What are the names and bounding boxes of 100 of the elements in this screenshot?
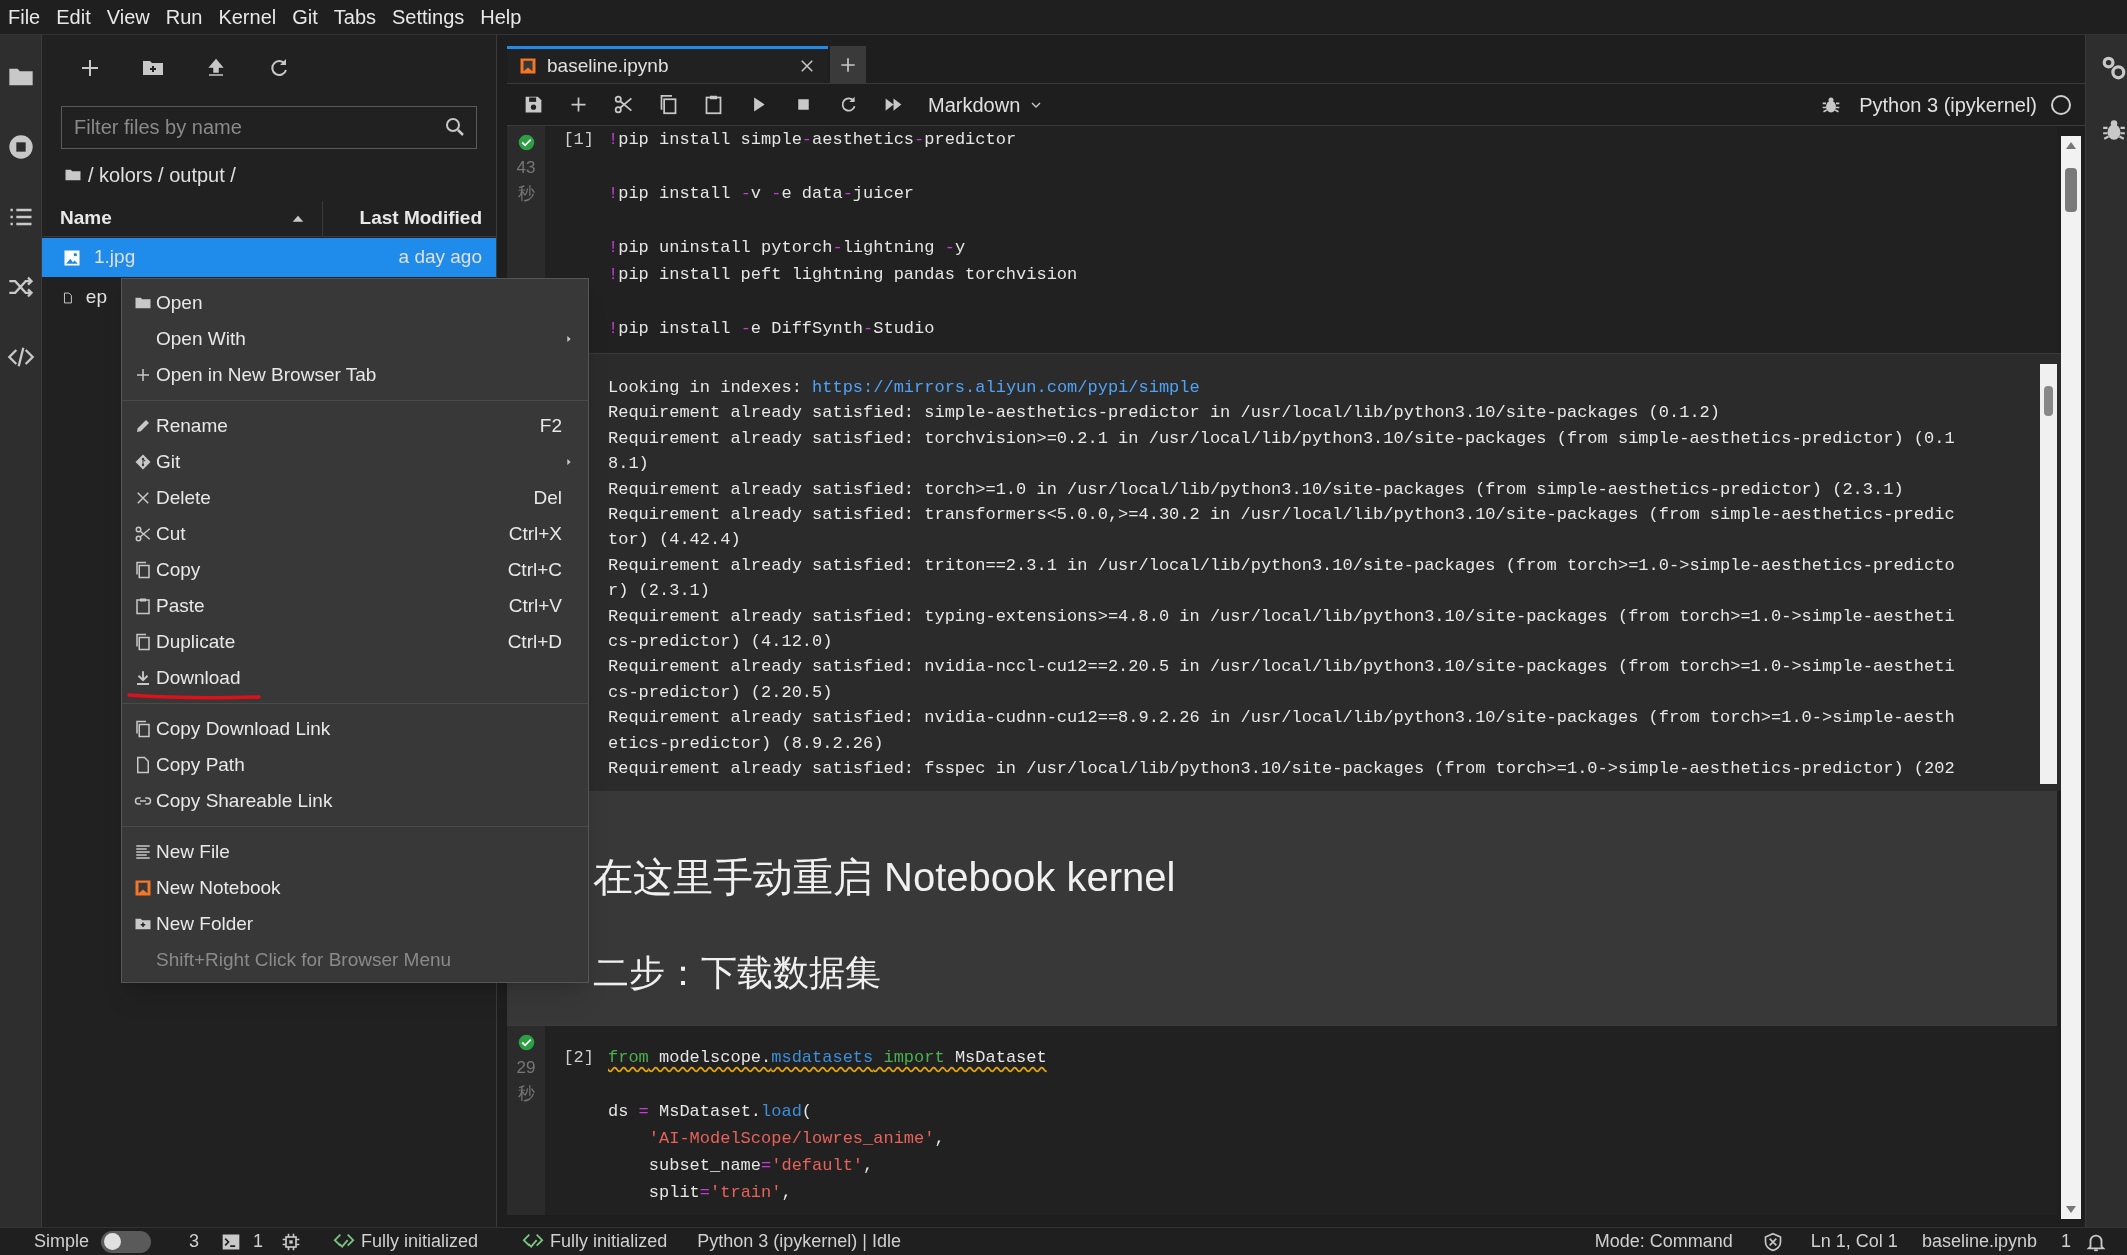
file-name: ep (85, 285, 107, 310)
menu-item[interactable]: Kernel (210, 0, 285, 34)
terminal-count: 3 (189, 1230, 200, 1253)
scrollbar-thumb[interactable] (2044, 386, 2053, 416)
output-line: Requirement already satisfied: simple-aesthetics-predictor in /usr/local/lib/python3.10/site-packages (0.1.2) (608, 402, 1721, 425)
copy-icon (134, 561, 152, 579)
output-line: Requirement already satisfied: transformers<5.0.0,>=4.30.2 in /usr/local/lib/python3.10/site-packages (from simple-aesthetics-predictor) (4.42.4) (608, 504, 1955, 552)
menu-item[interactable]: File (0, 0, 49, 34)
menu-item[interactable]: Edit (48, 0, 99, 34)
new-tab-button[interactable] (830, 46, 866, 83)
notebook-scrollbar[interactable] (2061, 136, 2081, 1219)
menu-item[interactable]: New File (122, 834, 588, 870)
output-line: Requirement already satisfied: torchvision>=0.2.1 in /usr/local/lib/python3.10/site-packages (from simple-aesthetics-predictor) (0.18.1) (608, 427, 1955, 476)
breadcrumb-path[interactable]: / kolors / output / (88, 160, 236, 190)
cell-type-dropdown[interactable]: Markdown (928, 89, 1045, 120)
paste-icon (134, 597, 152, 615)
output-line: Requirement already satisfied: fsspec in /usr/local/lib/python3.10/site-packages (from torch>=1.0->simple-aesthetics-predictor) (202 (608, 758, 1955, 781)
output-line: Requirement already satisfied: nvidia-cudnn-cu12==8.9.2.26 in /usr/local/lib/python3.10/site-packages (from torch>=1.0->simple-aesthetics-predictor) (8.9.2.26) (608, 707, 1955, 755)
index-link[interactable]: https://mirrors.aliyun.com/pypi/simple (812, 378, 1200, 397)
filter-field[interactable]: Filter files by name (61, 106, 477, 149)
scrollbar-thumb[interactable] (2065, 168, 2077, 212)
menu-item[interactable]: Copy Ctrl+C (122, 552, 588, 588)
column-header[interactable]: Name (42, 201, 323, 236)
time-unit: 秒 (517, 1083, 535, 1105)
code-line: !pip install -v -e data-juicer (608, 184, 915, 203)
file-icon (134, 756, 152, 774)
code-line: ds = MsDataset.load( (608, 1102, 813, 1121)
cut-icon[interactable] (613, 94, 634, 115)
menu-item[interactable]: Help (472, 0, 530, 34)
notebook-icon (519, 57, 537, 75)
notebook-icon (134, 879, 152, 897)
menu-item[interactable]: New Notebook (122, 870, 588, 906)
lsp-status[interactable]: Fully initialized (550, 1228, 668, 1255)
menu-item[interactable]: Copy Path (122, 747, 588, 783)
menu-item[interactable]: Open With (122, 321, 588, 357)
column-header[interactable]: Last Modified (323, 201, 496, 236)
code-line: split='train', (647, 1183, 792, 1202)
copy-icon (134, 633, 152, 651)
kernel-count: 1 (253, 1230, 264, 1253)
save-icon[interactable] (523, 94, 544, 115)
output-line: Requirement already satisfied: torch>=1.0 in /usr/local/lib/python3.10/site-packages (from simple-aesthetics-predictor) (2.3.1) (608, 478, 1905, 501)
modified-time: a day ago (398, 245, 482, 270)
lsp-status[interactable]: Fully initialized (361, 1228, 479, 1255)
cut-icon (134, 525, 152, 543)
simple-mode-toggle[interactable] (101, 1230, 152, 1253)
menu-item[interactable]: Copy Download Link (122, 711, 588, 747)
menu-item[interactable]: Tabs (325, 0, 385, 34)
cell-prompt: [1] (563, 129, 594, 151)
copy-icon[interactable] (658, 94, 679, 115)
paste-icon[interactable] (703, 94, 724, 115)
bug-icon[interactable] (2100, 117, 2127, 143)
scroll-up-icon[interactable] (2064, 140, 2078, 150)
code-line: !pip install -e DiffSynth-Studio (608, 319, 935, 338)
code-line: from modelscope.msdatasets import MsDataset (608, 1048, 1047, 1067)
output-line: Looking in indexes: https://mirrors.aliyun.com/pypi/simple (608, 377, 1201, 399)
markdown-heading: 二步：下载数据集 (592, 951, 882, 995)
menu-item[interactable]: Copy Shareable Link (122, 783, 588, 819)
plus-icon (134, 366, 152, 384)
menu-item[interactable]: Rename F2 (122, 408, 588, 444)
git-icon (134, 453, 152, 471)
code-line: 'AI-ModelScope/lowres_anime', (647, 1129, 945, 1148)
menu-item[interactable]: Delete Del (122, 480, 588, 516)
markdown-heading: 在这里手动重启 Notebook kernel (592, 854, 1177, 901)
code-line: !pip install peft lightning pandas torchvision (608, 265, 1078, 284)
menu-item[interactable]: Git (122, 444, 588, 480)
kernel-name[interactable]: Python 3 (ipykernel) (1859, 89, 2037, 120)
menu-item[interactable]: Paste Ctrl+V (122, 588, 588, 624)
menu-item[interactable]: Download (122, 660, 588, 696)
menu-item[interactable]: Git (284, 0, 326, 34)
close-icon (134, 489, 152, 507)
file-name[interactable]: baseline.ipynb (1921, 1228, 2037, 1255)
output-scrollbar[interactable] (2040, 364, 2057, 784)
scroll-down-icon[interactable] (2064, 1205, 2078, 1215)
output-line: Requirement already satisfied: typing-extensions>=4.8.0 in /usr/local/lib/python3.10/site-packages (from torch>=1.0->simple-aesthetics-predictor) (4.12.0) (608, 605, 1955, 654)
lines-icon (134, 843, 152, 861)
cell-prompt: [2] (563, 1047, 594, 1069)
menu-item[interactable]: Settings (384, 0, 473, 34)
code-line: !pip install simple-aesthetics-predictor (608, 130, 1017, 149)
menu-item[interactable]: Cut Ctrl+X (122, 516, 588, 552)
cursor-position[interactable]: Ln 1, Col 1 (1810, 1228, 1898, 1255)
command-mode[interactable]: Mode: Command (1594, 1228, 1733, 1255)
execution-time: 29 (516, 1057, 536, 1079)
menu-item[interactable]: Open (122, 285, 588, 321)
file-name: 1.jpg (94, 245, 137, 270)
output-line: Requirement already satisfied: triton==2.3.1 in /usr/local/lib/python3.10/site-packages (from torch>=1.0->simple-aesthetics-predictor) (2.3.1) (608, 554, 1955, 603)
code-line: !pip uninstall pytorch-lightning -y (608, 238, 966, 257)
menu-item[interactable]: Duplicate Ctrl+D (122, 624, 588, 660)
gears-icon[interactable] (2100, 55, 2127, 81)
stop-icon[interactable] (6, 133, 35, 161)
code-line: subset_name='default', (647, 1156, 874, 1175)
notification-count: 1 (2061, 1230, 2071, 1253)
close-icon[interactable] (798, 57, 816, 75)
kernel-status[interactable]: Python 3 (ipykernel) | Idle (697, 1228, 901, 1255)
shield-icon[interactable] (1762, 1231, 1783, 1252)
menu-item[interactable]: New Folder (122, 906, 588, 942)
file-row[interactable]: ep (42, 278, 121, 317)
menu-item[interactable]: Open in New Browser Tab (122, 357, 588, 393)
menu-item[interactable]: Run (157, 0, 211, 34)
menu-item[interactable]: View (98, 0, 158, 34)
cpu-icon[interactable] (281, 1231, 302, 1252)
